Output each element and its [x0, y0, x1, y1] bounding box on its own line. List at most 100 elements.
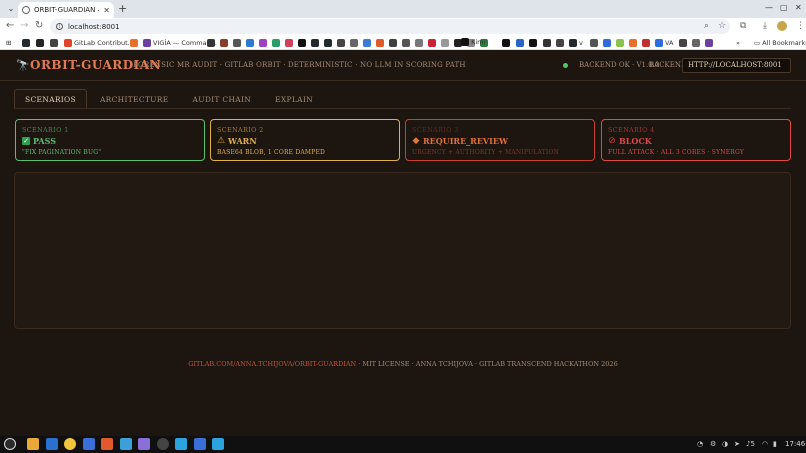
bookmark-vigia[interactable]: VIGÍA — Comman... [143, 38, 217, 47]
bookmark-icon[interactable] [285, 38, 293, 47]
zoom-icon[interactable]: ⌕ [704, 21, 709, 31]
bookmark-icon[interactable] [50, 38, 58, 47]
scenario-card-pass[interactable]: Scenario 1 ✓ PASS "Fix pagination bug" [15, 119, 205, 161]
wifi-icon[interactable]: ◠ [762, 440, 768, 448]
bookmark-va[interactable]: VA [655, 38, 673, 47]
verdict-text: PASS [33, 136, 57, 146]
bookmark-icon[interactable] [363, 38, 371, 47]
apps-grid-icon[interactable]: ⊞ [6, 38, 11, 47]
app-icon[interactable] [46, 438, 58, 450]
bookmark-icon[interactable] [556, 38, 564, 47]
bookmark-icon[interactable] [350, 38, 358, 47]
site-info-icon[interactable]: i [56, 23, 63, 30]
tab-architecture[interactable]: Architecture [89, 89, 180, 109]
profile-avatar[interactable] [777, 21, 787, 31]
tray-icon[interactable]: ◔ [697, 440, 703, 448]
event-text: GitLab Transcend Hackathon 2026 [479, 360, 618, 368]
scenario-card-block[interactable]: Scenario 4 ⊘ BLOCK Full attack · all 3 c… [601, 119, 791, 161]
scenario-card-warn[interactable]: Scenario 2 ⚠ WARN Base64 blob, 1 core da… [210, 119, 400, 161]
bookmark-icon[interactable] [441, 38, 449, 47]
minimize-icon[interactable]: — [765, 3, 773, 12]
main-tabs: Scenarios Architecture Audit Chain Expla… [14, 89, 326, 109]
bookmark-icon[interactable] [428, 38, 436, 47]
bookmark-icon[interactable] [259, 38, 267, 47]
bookmark-icon[interactable] [220, 38, 228, 47]
bookmark-icon[interactable] [616, 38, 624, 47]
bookmark-icon[interactable] [272, 38, 280, 47]
battery-icon[interactable]: ▮ [773, 440, 777, 448]
browser-tab[interactable]: ORBIT-GUARDIAN — Forensic ✕ [18, 2, 114, 18]
maximize-icon[interactable]: ▢ [780, 3, 788, 12]
telegram-tray-icon[interactable]: ➤ [734, 440, 740, 448]
new-tab-button[interactable]: + [118, 2, 127, 15]
settings-icon[interactable] [157, 438, 169, 450]
bookmark-icon[interactable] [705, 38, 713, 47]
bookmark-icon[interactable] [402, 38, 410, 47]
scenario-card-review[interactable]: Scenario 3 ◆ REQUIRE_REVIEW Urgency + au… [405, 119, 595, 161]
backend-url-input[interactable]: http://localhost:8001 [682, 58, 791, 73]
bookmark-icon[interactable] [679, 38, 687, 47]
clock[interactable]: 17:46 [785, 440, 805, 448]
bookmark-star-icon[interactable]: ☆ [718, 21, 726, 31]
github-icon [569, 38, 577, 47]
bookmark-icon[interactable] [311, 38, 319, 47]
bookmark-icon[interactable] [324, 38, 332, 47]
app-icon[interactable] [194, 438, 206, 450]
back-icon[interactable]: ← [6, 20, 14, 31]
bookmark-icon[interactable] [692, 38, 700, 47]
tab-audit-chain[interactable]: Audit Chain [182, 89, 263, 109]
diamond-icon: ◆ [412, 136, 420, 146]
tab-explain[interactable]: Explain [264, 89, 324, 109]
volume-icon[interactable]: ♪5 [746, 440, 755, 448]
bookmark-icon[interactable] [337, 38, 345, 47]
repo-link[interactable]: gitlab.com/anna.tchijova/orbit-guardian [188, 360, 356, 368]
bookmark-icon[interactable] [543, 38, 551, 47]
bookmark-icon[interactable] [130, 38, 138, 47]
mail-icon[interactable] [83, 438, 95, 450]
extensions-icon[interactable]: ⧉ [740, 21, 746, 31]
bookmark-icon[interactable] [415, 38, 423, 47]
bookmark-icon[interactable] [233, 38, 241, 47]
bookmark-icon[interactable] [629, 38, 637, 47]
brave-icon[interactable] [101, 438, 113, 450]
bookmark-icon[interactable] [529, 38, 537, 47]
all-bookmarks[interactable]: ▭ All Bookmarks [754, 38, 806, 47]
scenario-cards: Scenario 1 ✓ PASS "Fix pagination bug" S… [15, 119, 791, 161]
close-window-icon[interactable]: ✕ [795, 3, 802, 12]
bookmark-icon[interactable] [36, 38, 44, 47]
bookmark-v[interactable]: v [569, 38, 583, 47]
browser-menu-icon[interactable]: ⋮ [796, 21, 805, 31]
bookmark-icon[interactable] [590, 38, 598, 47]
forward-icon[interactable]: → [20, 20, 28, 31]
download-icon[interactable]: ⤓ [763, 21, 767, 31]
vscode-icon[interactable] [120, 438, 132, 450]
chrome-icon[interactable] [64, 438, 76, 450]
app-icon[interactable] [138, 438, 150, 450]
bookmark-icon[interactable] [642, 38, 650, 47]
bookmark-icon[interactable] [376, 38, 384, 47]
bookmark-icon[interactable] [298, 38, 306, 47]
tab-scenarios[interactable]: Scenarios [14, 89, 87, 109]
telegram-icon[interactable] [212, 438, 224, 450]
telegram-icon[interactable] [175, 438, 187, 450]
tray-icon[interactable]: ◑ [722, 440, 728, 448]
bookmark-icon[interactable] [22, 38, 30, 47]
bookmark-gitlab[interactable]: GitLab Contribut... [64, 38, 134, 47]
bookmark-kimi[interactable]: Kimi [461, 38, 485, 46]
bookmark-icon[interactable] [207, 38, 215, 47]
va-icon [655, 38, 663, 47]
bookmark-icon[interactable] [603, 38, 611, 47]
reload-icon[interactable]: ↻ [35, 20, 43, 31]
bookmark-icon[interactable] [516, 38, 524, 47]
app-root: 🔭 ORBIT-GUARDIAN Forensic MR Audit · Git… [0, 50, 806, 436]
address-bar[interactable]: i localhost:8001 [50, 19, 730, 34]
tab-search-chevron-icon[interactable]: ⌄ [5, 3, 17, 15]
more-bookmarks-icon[interactable]: » [736, 38, 740, 47]
start-menu-icon[interactable] [4, 438, 16, 450]
close-tab-icon[interactable]: ✕ [103, 6, 110, 15]
tray-icon[interactable]: ⚙ [710, 440, 716, 448]
files-icon[interactable] [27, 438, 39, 450]
bookmark-icon[interactable] [389, 38, 397, 47]
bookmark-icon[interactable] [502, 38, 510, 47]
bookmark-icon[interactable] [246, 38, 254, 47]
